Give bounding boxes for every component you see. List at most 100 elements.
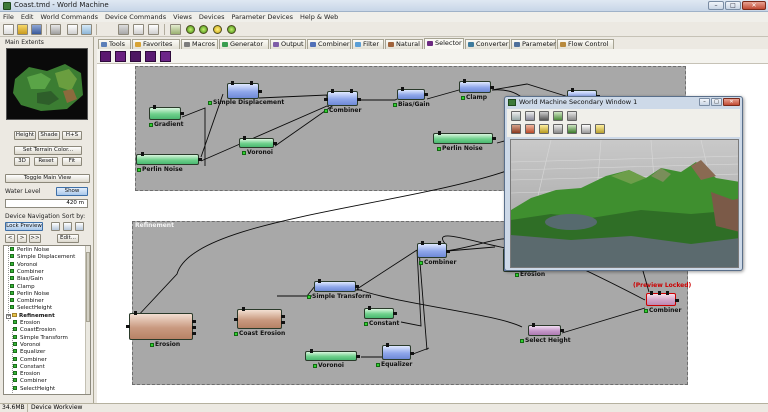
device-tree[interactable]: Perlin Noise Simple Displacement Voronoi Co… xyxy=(3,245,91,395)
tab-tools[interactable]: Tools xyxy=(98,39,131,49)
rotate-icon[interactable] xyxy=(511,124,521,134)
combiner-node-3[interactable] xyxy=(646,291,679,306)
tab-output[interactable]: Output xyxy=(270,39,306,49)
tab-macros[interactable]: Macros xyxy=(181,39,218,49)
menu-parameter-devices[interactable]: Parameter Devices xyxy=(232,13,294,21)
hs-view-button[interactable]: H+S xyxy=(62,131,82,140)
build-green-dot-2-icon[interactable] xyxy=(199,25,208,34)
secondary-window[interactable]: World Machine Secondary Window 1 – □ ✕ xyxy=(504,96,743,271)
settings-icon[interactable] xyxy=(595,124,605,134)
grid-tool-icon[interactable] xyxy=(133,24,144,35)
tree-item[interactable]: Voronoi xyxy=(10,261,38,269)
voronoi-node-2[interactable] xyxy=(305,349,360,361)
layout-icon[interactable] xyxy=(511,111,521,121)
tree-item[interactable]: Equalizer xyxy=(13,349,45,356)
lock-icon[interactable] xyxy=(581,124,591,134)
nav-next-button[interactable]: > xyxy=(17,234,27,243)
select-tool-icon[interactable] xyxy=(118,24,129,35)
lock-preview-button[interactable]: Lock Preview xyxy=(5,222,43,231)
sort-group-icon[interactable] xyxy=(75,222,84,231)
tree-item[interactable]: SelectHeight xyxy=(13,385,55,393)
tree-item[interactable]: Constant xyxy=(13,363,45,371)
tree-item[interactable]: Perlin Noise xyxy=(10,247,49,254)
camera-icon[interactable] xyxy=(539,111,549,121)
world-settings-icon[interactable] xyxy=(81,24,92,35)
texture-icon[interactable] xyxy=(567,124,577,134)
nav-prev-button[interactable]: < xyxy=(5,234,15,243)
tree-scrollbar[interactable] xyxy=(85,246,90,394)
bias-gain-node[interactable] xyxy=(397,87,428,100)
nav-last-button[interactable]: >> xyxy=(29,234,41,243)
gradient-node[interactable] xyxy=(149,105,184,120)
layout-2-icon[interactable] xyxy=(525,111,535,121)
combiner-node-1[interactable] xyxy=(324,89,361,106)
tab-parameter[interactable]: Parameter xyxy=(511,39,556,49)
tree-item[interactable]: Combiner xyxy=(10,268,44,276)
tab-favorites[interactable]: Favorites xyxy=(132,39,180,49)
tab-generator[interactable]: Generator xyxy=(219,39,269,49)
tab-selector[interactable]: Selector xyxy=(424,38,464,49)
simple-displacement-node[interactable] xyxy=(227,81,262,99)
build-icon[interactable] xyxy=(67,24,78,35)
tree-item[interactable]: Clamp xyxy=(10,283,35,291)
tree-item[interactable]: Bias/Gain xyxy=(10,276,43,283)
show-water-button[interactable]: Show xyxy=(56,187,88,196)
tab-flow-control[interactable]: Flow Control xyxy=(557,39,614,49)
menu-world-commands[interactable]: World Commands xyxy=(40,13,98,21)
main-extents-preview[interactable] xyxy=(6,48,88,120)
tab-natural[interactable]: Natural xyxy=(385,39,423,49)
render-icon[interactable] xyxy=(539,124,549,134)
tree-item[interactable]: Simple Transform xyxy=(13,334,68,342)
menu-device-commands[interactable]: Device Commands xyxy=(105,13,166,21)
tab-combiner[interactable]: Combiner xyxy=(307,39,351,49)
tree-item[interactable]: Voronoi xyxy=(13,341,41,349)
perlin-noise-node[interactable] xyxy=(136,152,202,165)
toggle-main-view-button[interactable]: Toggle Main View xyxy=(5,174,90,183)
tree-item[interactable]: Simple Displacement xyxy=(10,254,75,261)
build-yellow-dot-icon[interactable] xyxy=(213,25,222,34)
secondary-maximize-button[interactable]: □ xyxy=(711,98,722,106)
simple-transform-node[interactable] xyxy=(314,279,359,292)
sort-name-icon[interactable] xyxy=(63,222,72,231)
menu-views[interactable]: Views xyxy=(173,13,192,21)
reset-button[interactable]: Reset xyxy=(34,157,58,166)
maximize-button[interactable]: □ xyxy=(725,1,741,10)
menu-devices[interactable]: Devices xyxy=(199,13,225,21)
3d-button[interactable]: 3D xyxy=(14,157,30,166)
set-terrain-color-button[interactable]: Set Terrain Color... xyxy=(14,146,82,155)
select-convexity-icon[interactable] xyxy=(130,51,141,62)
select-height-node[interactable] xyxy=(528,323,564,336)
tab-converter[interactable]: Converter xyxy=(465,39,510,49)
fit-button[interactable]: Fit xyxy=(62,157,82,166)
voronoi-node[interactable] xyxy=(239,136,277,148)
build-green-dot-3-icon[interactable] xyxy=(227,25,236,34)
shade-view-button[interactable]: Shade xyxy=(38,131,60,140)
equalizer-node[interactable] xyxy=(382,343,414,360)
close-button[interactable]: ✕ xyxy=(742,1,766,10)
collapse-icon[interactable]: − xyxy=(6,313,11,319)
tree-item[interactable]: Combiner xyxy=(13,356,47,364)
select-direction-icon[interactable] xyxy=(145,51,156,62)
perlin-noise-node-2[interactable] xyxy=(433,131,496,144)
new-file-icon[interactable] xyxy=(3,24,14,35)
terrain-icon[interactable] xyxy=(567,111,577,121)
menu-edit[interactable]: Edit xyxy=(21,13,34,21)
clamp-node[interactable] xyxy=(459,79,494,93)
water-level-field[interactable]: 420 m xyxy=(5,199,88,208)
tree-item[interactable]: Perlin Noise xyxy=(10,290,49,298)
print-icon[interactable] xyxy=(50,24,61,35)
build-world-icon[interactable] xyxy=(170,24,181,35)
landscape-icon[interactable] xyxy=(553,111,563,121)
tree-scrollbar-thumb[interactable] xyxy=(86,252,90,322)
secondary-close-button[interactable]: ✕ xyxy=(723,98,740,106)
tree-item[interactable]: Combiner xyxy=(10,298,44,305)
combiner-node-2[interactable] xyxy=(417,241,450,258)
tree-item[interactable]: CoastErosion xyxy=(13,327,56,334)
tree-item[interactable]: Combiner xyxy=(13,378,47,385)
select-slope-icon[interactable] xyxy=(115,51,126,62)
select-height-icon[interactable] xyxy=(100,51,111,62)
sort-type-icon[interactable] xyxy=(51,222,60,231)
3d-terrain-view[interactable] xyxy=(510,139,739,268)
menu-file[interactable]: File xyxy=(3,13,14,21)
menu-help-web[interactable]: Help & Web xyxy=(300,13,338,21)
